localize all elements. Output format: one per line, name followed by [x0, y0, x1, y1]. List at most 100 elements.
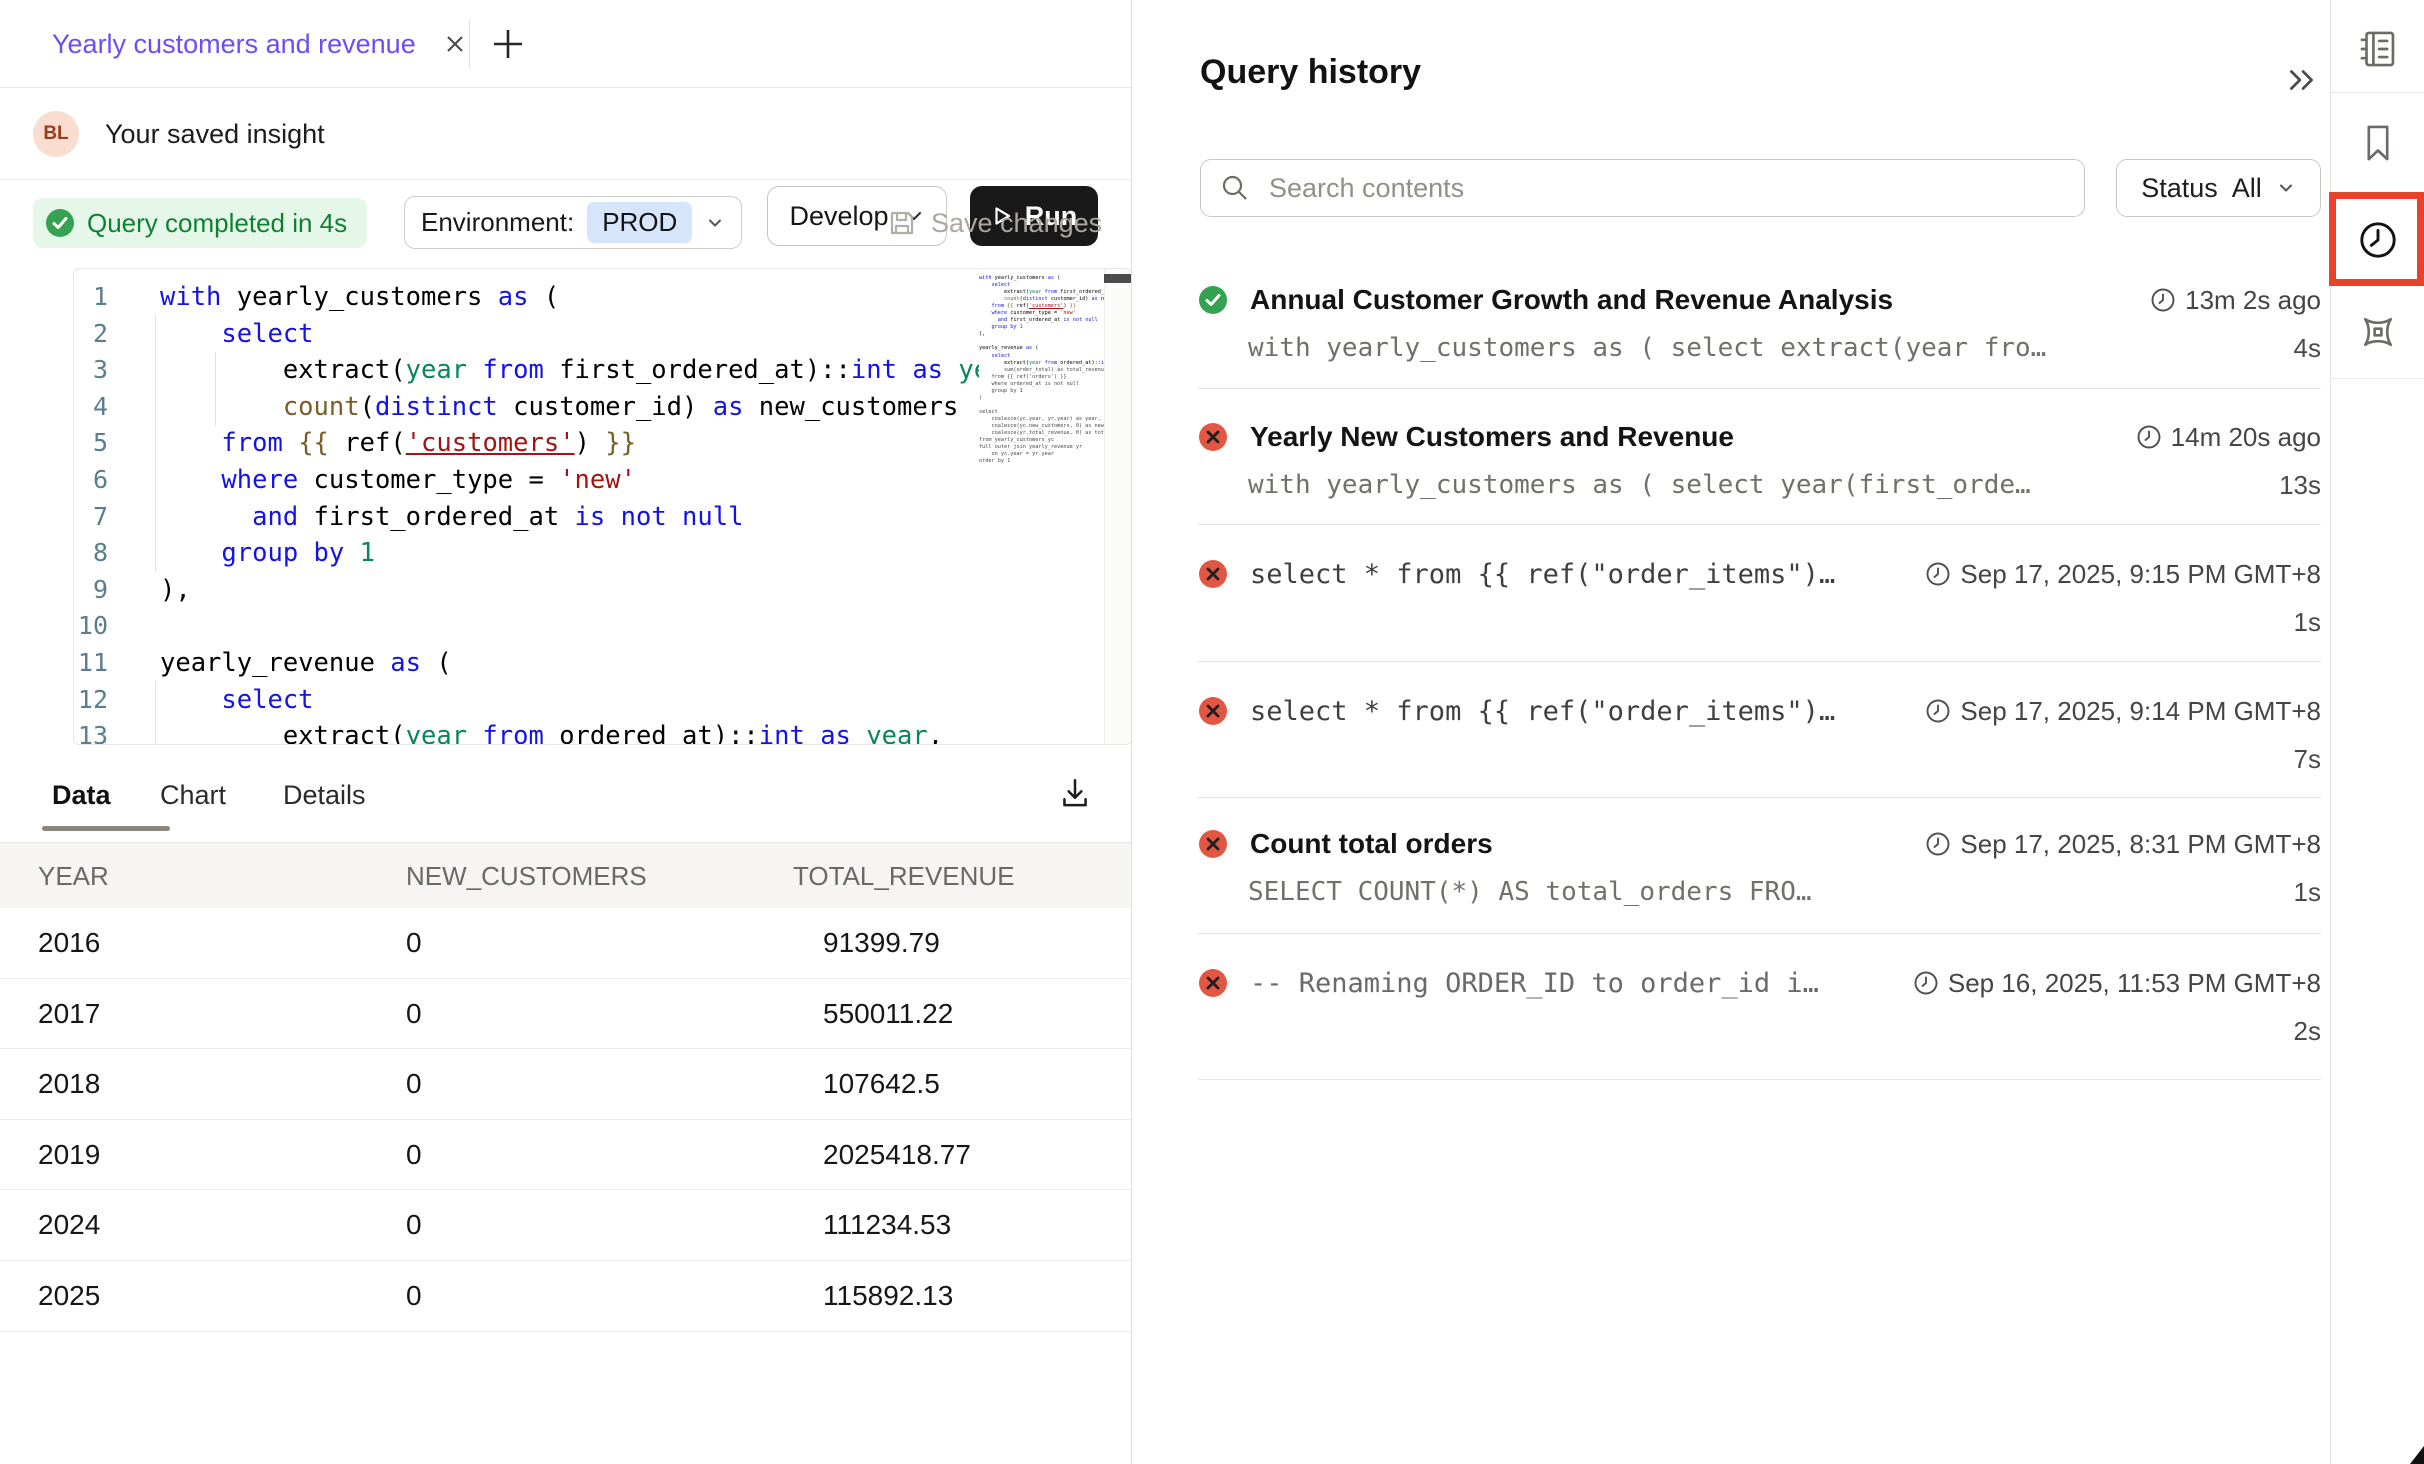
notebook-panel-button[interactable] [2355, 26, 2401, 72]
cell-new-customers: 0 [406, 979, 422, 1049]
history-item[interactable]: select * from {{ ref("order_items")…Sep … [1198, 691, 2321, 777]
history-item-time: 14m 20s ago [2136, 422, 2321, 453]
history-item-time: Sep 17, 2025, 9:15 PM GMT+8 [1925, 559, 2321, 590]
bookmarks-panel-button[interactable] [2355, 120, 2401, 166]
code-line[interactable]: select [160, 316, 979, 353]
indent-guide [155, 681, 156, 745]
minimap-line: group by 1 [979, 324, 1104, 331]
code-line[interactable]: count(distinct customer_id) as new_custo… [160, 389, 979, 426]
collapse-panel-button[interactable] [2284, 60, 2328, 100]
column-header-new-customers: NEW_CUSTOMERS [406, 843, 647, 909]
code-line[interactable]: extract(year from first_ordered_at)::int… [160, 352, 979, 389]
code-line[interactable]: yearly_revenue as ( [160, 645, 979, 682]
history-item-row: 7s [1198, 741, 2321, 777]
check-circle-icon [45, 208, 75, 238]
lineage-panel-button[interactable] [2354, 308, 2402, 356]
sidebar-separator [2331, 378, 2424, 379]
minimap-line: select [979, 282, 1104, 289]
clock-icon [1913, 970, 1939, 996]
line-number: 13 [74, 718, 134, 745]
history-item[interactable]: Yearly New Customers and Revenue 14m 20s … [1198, 417, 2321, 503]
time-text: Sep 16, 2025, 11:53 PM GMT+8 [1948, 968, 2321, 999]
error-icon [1198, 422, 1228, 452]
status-filter-value: All [2232, 173, 2262, 204]
code-line[interactable]: with yearly_customers as ( [160, 279, 979, 316]
bookmark-icon [2355, 120, 2401, 166]
editor-scrollbar[interactable] [1104, 269, 1132, 745]
sidebar-separator [2331, 92, 2424, 93]
history-item[interactable]: select * from {{ ref("order_items")…Sep … [1198, 554, 2321, 640]
close-tab-icon[interactable] [440, 29, 470, 59]
history-item-duration: 7s [2294, 744, 2321, 775]
history-search[interactable] [1200, 159, 2085, 217]
line-number: 5 [74, 425, 134, 462]
tab-chart[interactable]: Chart [160, 760, 226, 830]
history-item-time: Sep 17, 2025, 8:31 PM GMT+8 [1925, 829, 2321, 860]
code-line[interactable] [160, 608, 979, 645]
cell-total-revenue: 91399.79 [823, 908, 940, 978]
line-number: 2 [74, 316, 134, 353]
cell-total-revenue: 550011.22 [823, 979, 953, 1049]
query-history-panel-button[interactable] [2354, 216, 2402, 264]
query-status-badge: Query completed in 4s [33, 198, 367, 248]
search-input[interactable] [1269, 173, 2074, 204]
cell-total-revenue: 2025418.77 [823, 1120, 971, 1190]
history-item[interactable]: -- Renaming ORDER_ID to order_id i…Sep 1… [1198, 963, 2321, 1049]
history-divider [1198, 661, 2321, 662]
clock-icon [2354, 216, 2402, 264]
code-line[interactable]: extract(year from ordered_at)::int as ye… [160, 718, 979, 745]
history-item[interactable]: Count total ordersSep 17, 2025, 8:31 PM … [1198, 824, 2321, 910]
history-item-row: select * from {{ ref("order_items")…Sep … [1198, 691, 2321, 731]
chevron-down-icon [705, 213, 725, 233]
history-item-time: Sep 17, 2025, 9:14 PM GMT+8 [1925, 696, 2321, 727]
minimap-line: coalesce(yc.year, yr.year) as year, [979, 416, 1104, 423]
minimap-line: on yc.year = yr.year [979, 451, 1104, 458]
cell-total-revenue: 115892.13 [823, 1261, 953, 1331]
history-divider [1198, 1079, 2321, 1080]
time-text: Sep 17, 2025, 9:14 PM GMT+8 [1960, 696, 2321, 727]
code-line[interactable]: and first_ordered_at is not null [160, 499, 979, 536]
lineage-star-icon [2354, 308, 2402, 356]
code-line[interactable]: where customer_type = 'new' [160, 462, 979, 499]
time-text: 14m 20s ago [2171, 422, 2321, 453]
new-tab-button[interactable] [486, 22, 530, 66]
history-item[interactable]: Annual Customer Growth and Revenue Analy… [1198, 280, 2321, 366]
download-results-button[interactable] [1056, 774, 1096, 814]
cell-new-customers: 0 [406, 1261, 422, 1331]
results-table-header: YEAR NEW_CUSTOMERS TOTAL_REVENUE [0, 842, 1131, 908]
minimap[interactable]: with yearly_customers as ( select extrac… [979, 275, 1104, 465]
tab-details[interactable]: Details [283, 760, 366, 830]
code-lines[interactable]: with yearly_customers as ( select extrac… [160, 279, 979, 745]
status-row: Query completed in 4s Environment: PROD [0, 180, 1131, 268]
editor-scrollbar-thumb[interactable] [1104, 274, 1132, 283]
tab-data[interactable]: Data [52, 760, 111, 830]
line-number: 10 [74, 608, 134, 645]
tab-title: Yearly customers and revenue [52, 29, 416, 60]
history-item-row: 2s [1198, 1013, 2321, 1049]
code-line[interactable]: from {{ ref('customers') }} [160, 425, 979, 462]
cell-new-customers: 0 [406, 1190, 422, 1260]
minimap-line: select [979, 353, 1104, 360]
environment-selector[interactable]: Environment: PROD [404, 196, 742, 249]
status-filter-dropdown[interactable]: Status All [2116, 159, 2321, 217]
history-item-row: Annual Customer Growth and Revenue Analy… [1198, 280, 2321, 320]
history-divider [1198, 933, 2321, 934]
cell-year: 2018 [38, 1049, 100, 1119]
cell-year: 2016 [38, 908, 100, 978]
history-item-title: Yearly New Customers and Revenue [1250, 421, 1734, 453]
code-line[interactable]: ), [160, 572, 979, 609]
save-changes-button[interactable]: Save changes [886, 198, 1102, 248]
code-line[interactable]: group by 1 [160, 535, 979, 572]
sql-code-editor[interactable]: 12345678910111213 with yearly_customers … [73, 268, 1132, 745]
error-icon [1198, 829, 1228, 859]
history-item-row: with yearly_customers as ( select extrac… [1198, 330, 2321, 366]
minimap-line: ), [979, 331, 1104, 338]
minimap-line: where ordered_at is not null [979, 381, 1104, 388]
minimap-line: where customer_type = 'new' [979, 310, 1104, 317]
code-line[interactable]: select [160, 682, 979, 719]
environment-value: PROD [587, 202, 692, 243]
line-number: 9 [74, 572, 134, 609]
table-row: 2025 0 115892.13 [0, 1261, 1131, 1332]
cell-year: 2025 [38, 1261, 100, 1331]
tab-yearly-customers-and-revenue[interactable]: Yearly customers and revenue [52, 0, 470, 88]
